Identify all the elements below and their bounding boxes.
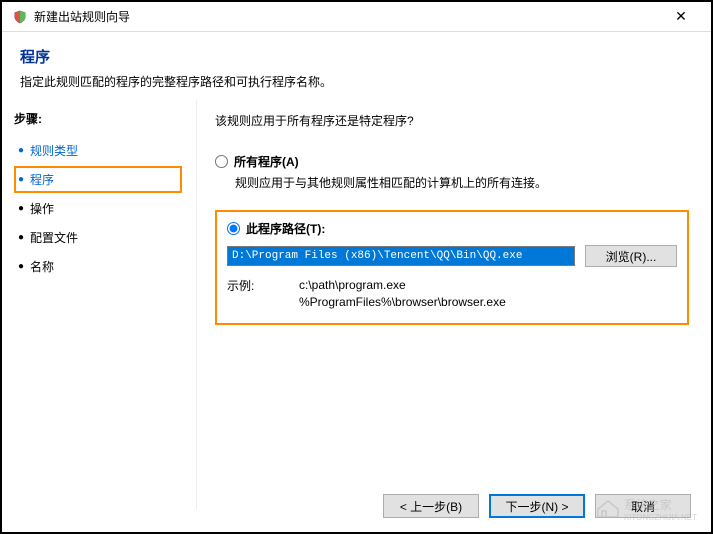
sidebar-item-label: 规则类型 bbox=[30, 142, 78, 159]
radio-program-path-label: 此程序路径(T): bbox=[246, 220, 325, 237]
sidebar-item-program[interactable]: ● 程序 bbox=[14, 166, 182, 193]
sidebar-item-label: 名称 bbox=[30, 258, 54, 275]
sidebar: 步骤: ● 规则类型 ● 程序 ● 操作 ● 配置文件 ● 名称 bbox=[2, 100, 197, 510]
bullet-icon: ● bbox=[18, 262, 24, 272]
radio-program-path-section: 此程序路径(T): 浏览(R)... 示例: c:\path\program.e… bbox=[215, 210, 689, 325]
shield-icon bbox=[12, 9, 28, 25]
header-section: 程序 指定此规则匹配的程序的完整程序路径和可执行程序名称。 bbox=[2, 32, 711, 100]
sidebar-item-label: 程序 bbox=[30, 171, 54, 188]
example-path-1: c:\path\program.exe bbox=[299, 277, 506, 294]
example-path-2: %ProgramFiles%\browser\browser.exe bbox=[299, 294, 506, 311]
sidebar-item-name[interactable]: ● 名称 bbox=[14, 253, 182, 280]
page-title: 程序 bbox=[20, 46, 693, 67]
back-button[interactable]: < 上一步(B) bbox=[383, 494, 479, 518]
bullet-icon: ● bbox=[18, 146, 24, 156]
radio-all-programs[interactable] bbox=[215, 155, 228, 168]
bullet-icon: ● bbox=[18, 233, 24, 243]
radio-all-programs-desc: 规则应用于与其他规则属性相匹配的计算机上的所有连接。 bbox=[235, 174, 689, 192]
radio-all-programs-section: 所有程序(A) 规则应用于与其他规则属性相匹配的计算机上的所有连接。 bbox=[215, 153, 689, 192]
page-description: 指定此规则匹配的程序的完整程序路径和可执行程序名称。 bbox=[20, 73, 693, 90]
radio-program-path[interactable] bbox=[227, 222, 240, 235]
example-label: 示例: bbox=[227, 277, 299, 311]
bullet-icon: ● bbox=[18, 204, 24, 214]
cancel-button[interactable]: 取消 bbox=[595, 494, 691, 518]
sidebar-item-action[interactable]: ● 操作 bbox=[14, 195, 182, 222]
footer-buttons: < 上一步(B) 下一步(N) > 取消 bbox=[383, 494, 691, 518]
example-paths: c:\path\program.exe %ProgramFiles%\brows… bbox=[299, 277, 506, 311]
program-path-input[interactable] bbox=[227, 246, 575, 266]
titlebar: 新建出站规则向导 ✕ bbox=[2, 2, 711, 32]
bullet-icon: ● bbox=[18, 175, 24, 185]
content-area: 步骤: ● 规则类型 ● 程序 ● 操作 ● 配置文件 ● 名称 该规则应用于所… bbox=[2, 100, 711, 510]
sidebar-item-label: 配置文件 bbox=[30, 229, 78, 246]
question-text: 该规则应用于所有程序还是特定程序? bbox=[215, 112, 689, 129]
sidebar-item-label: 操作 bbox=[30, 200, 54, 217]
sidebar-title: 步骤: bbox=[14, 110, 182, 127]
radio-all-programs-label: 所有程序(A) bbox=[234, 153, 299, 170]
browse-button[interactable]: 浏览(R)... bbox=[585, 245, 677, 267]
window-title: 新建出站规则向导 bbox=[34, 8, 661, 25]
sidebar-item-profile[interactable]: ● 配置文件 bbox=[14, 224, 182, 251]
close-button[interactable]: ✕ bbox=[661, 8, 701, 25]
main-panel: 该规则应用于所有程序还是特定程序? 所有程序(A) 规则应用于与其他规则属性相匹… bbox=[197, 100, 711, 510]
sidebar-item-rule-type[interactable]: ● 规则类型 bbox=[14, 137, 182, 164]
next-button[interactable]: 下一步(N) > bbox=[489, 494, 585, 518]
